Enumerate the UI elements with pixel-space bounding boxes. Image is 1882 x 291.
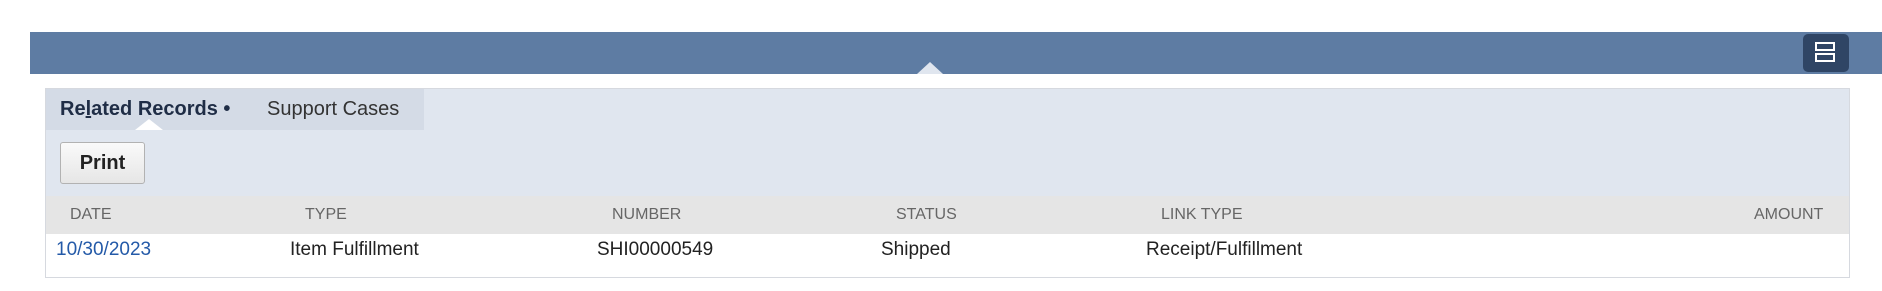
tab-configuration-details[interactable]: Configuration Details (1580, 0, 1766, 42)
tab-communication[interactable]: Communication (664, 0, 803, 42)
subtab-support-cases[interactable]: Support Cases (267, 98, 399, 121)
row-status: Shipped (881, 239, 951, 260)
subtab-related-records[interactable]: Related Records • (60, 98, 230, 121)
column-date[interactable]: DATE (70, 206, 111, 224)
tab-billing[interactable]: Billing (261, 0, 314, 42)
tab-relationships[interactable]: Relationships (499, 0, 619, 42)
row-number: SHI00000549 (597, 239, 714, 260)
column-amount[interactable]: AMOUNT (1754, 206, 1823, 224)
tab-related-records[interactable]: Related Records (849, 0, 1007, 42)
column-type[interactable]: TYPE (305, 206, 347, 224)
row-date-link[interactable]: 10/30/2023 (56, 239, 151, 261)
print-button[interactable]: Print (60, 142, 145, 184)
row-type: Item Fulfillment (290, 239, 419, 260)
tab-accounting[interactable]: Accounting (356, 0, 455, 42)
tab-items[interactable]: Items (50, 0, 99, 42)
column-status[interactable]: STATUS (896, 206, 957, 224)
layout-bar-bottom (1815, 53, 1835, 62)
column-link-type[interactable]: LINK TYPE (1161, 206, 1243, 224)
layout-stack-icon[interactable] (1803, 34, 1849, 72)
tab-custom[interactable]: Custom (1273, 0, 1342, 42)
row-link-type: Receipt/Fulfillment (1146, 239, 1303, 260)
subtab-caret (135, 119, 163, 130)
tab-system-information[interactable]: System Information (1054, 0, 1226, 42)
column-number[interactable]: NUMBER (612, 206, 681, 224)
tab-shipping[interactable]: Shipping (140, 0, 218, 42)
tab-quote-approvals[interactable]: Quote Approvals (1385, 0, 1533, 42)
active-tab-caret (917, 62, 943, 74)
layout-bar-top (1815, 42, 1835, 51)
